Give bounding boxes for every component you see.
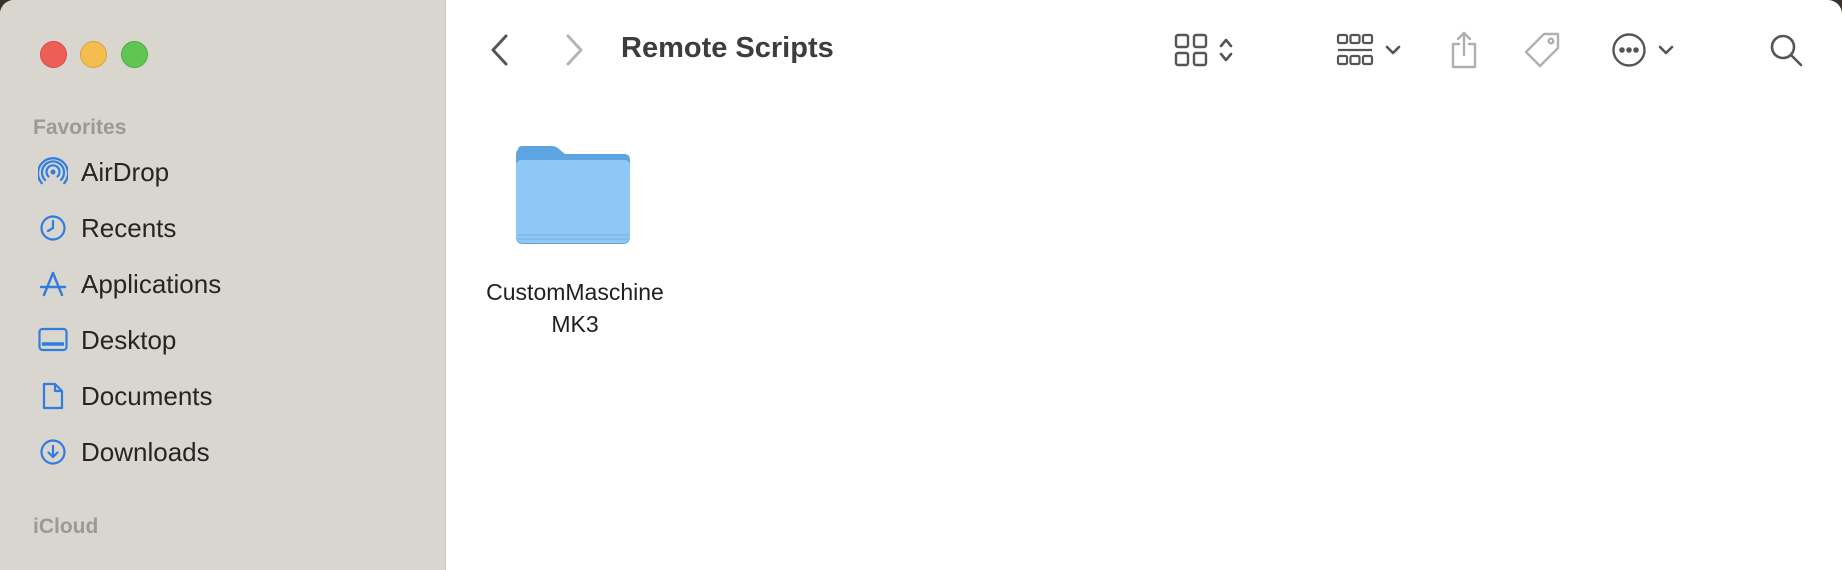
applications-icon <box>36 268 70 300</box>
chevron-down-icon <box>1384 43 1402 61</box>
more-actions-button[interactable] <box>1607 32 1679 72</box>
forward-button[interactable] <box>556 30 592 74</box>
up-down-chevron-icon <box>1218 35 1234 70</box>
group-icon <box>1336 33 1374 72</box>
sidebar-item-desktop[interactable]: Desktop <box>36 320 416 360</box>
clock-icon <box>36 212 70 244</box>
maximize-window-button[interactable] <box>121 41 148 68</box>
search-icon <box>1768 32 1804 73</box>
folder-name: CustomMaschine MK3 <box>486 279 664 337</box>
minimize-window-button[interactable] <box>80 41 107 68</box>
finder-window: Favorites AirDrop Recents Applications D… <box>0 0 1842 570</box>
icloud-section-label: iCloud <box>33 515 99 538</box>
back-button[interactable] <box>482 30 518 74</box>
folder-icon <box>512 142 634 253</box>
sidebar-item-documents[interactable]: Documents <box>36 376 416 416</box>
sidebar-item-applications[interactable]: Applications <box>36 264 416 304</box>
sidebar: Favorites AirDrop Recents Applications D… <box>0 0 446 570</box>
sidebar-item-label: AirDrop <box>81 156 170 187</box>
sidebar-item-downloads[interactable]: Downloads <box>36 432 416 472</box>
close-window-button[interactable] <box>40 41 67 68</box>
sidebar-item-recents[interactable]: Recents <box>36 208 416 248</box>
airdrop-icon <box>36 156 70 188</box>
sidebar-item-label: Recents <box>81 212 177 243</box>
search-button[interactable] <box>1766 30 1806 74</box>
share-button[interactable] <box>1444 30 1484 74</box>
document-icon <box>36 380 70 412</box>
sidebar-item-label: Applications <box>81 268 222 299</box>
view-mode-button[interactable] <box>1168 32 1240 72</box>
grid-view-icon <box>1174 33 1208 72</box>
sidebar-item-label: Downloads <box>81 436 210 467</box>
desktop-icon <box>36 324 70 356</box>
chevron-down-icon <box>1657 43 1675 61</box>
sidebar-item-label: Documents <box>81 380 213 411</box>
chevron-left-icon <box>489 33 511 72</box>
download-icon <box>36 436 70 468</box>
share-icon <box>1448 30 1480 75</box>
tag-button[interactable] <box>1522 30 1562 74</box>
window-title: Remote Scripts <box>621 32 834 64</box>
tag-icon <box>1522 30 1562 75</box>
more-icon <box>1611 32 1647 73</box>
sidebar-item-label: Desktop <box>81 324 177 355</box>
favorites-section-label: Favorites <box>33 116 127 139</box>
chevron-right-icon <box>563 33 585 72</box>
sidebar-item-airdrop[interactable]: AirDrop <box>36 152 416 192</box>
group-button[interactable] <box>1333 32 1405 72</box>
